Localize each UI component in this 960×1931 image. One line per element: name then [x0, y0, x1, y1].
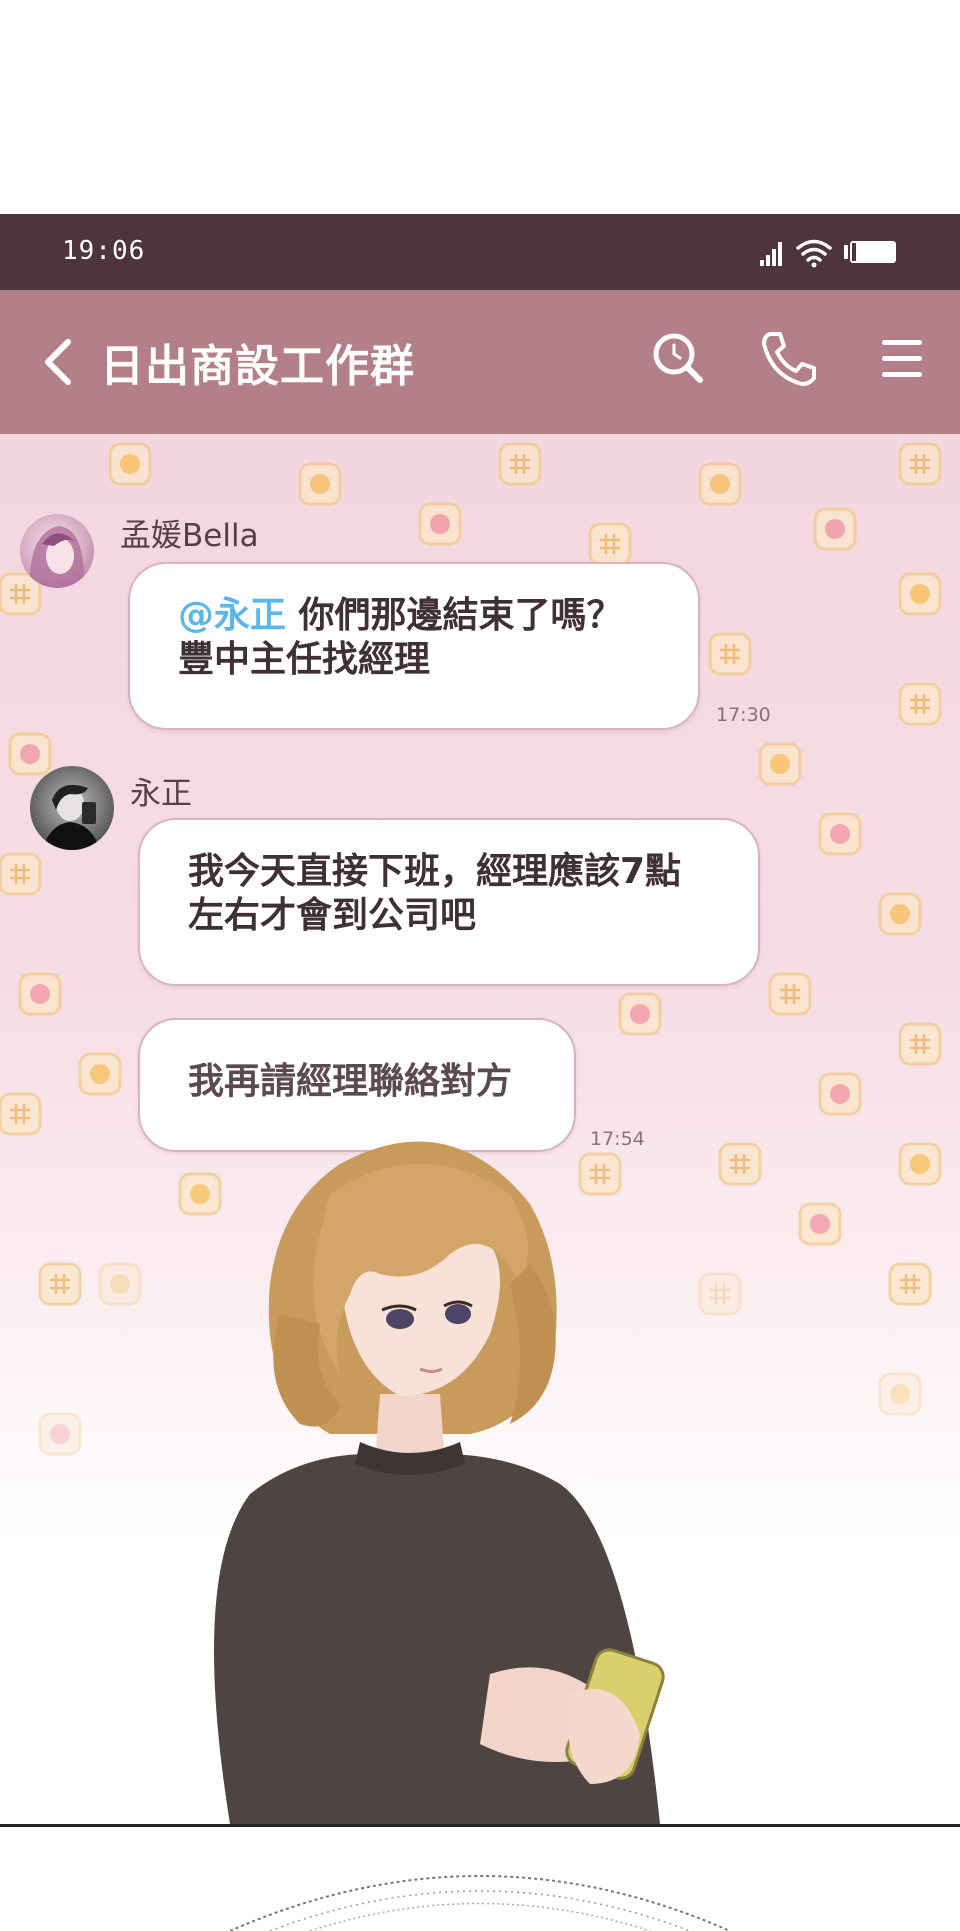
search-button[interactable] — [646, 326, 710, 390]
message-line-1: 我今天直接下班，經理應該7點 — [188, 851, 682, 892]
status-bar: 19:06 — [0, 214, 960, 290]
status-time: 19:06 — [62, 236, 146, 266]
next-comic-panel — [0, 1824, 960, 1931]
avatar-portrait — [29, 526, 85, 588]
message-bubble[interactable]: 我再請經理聯絡對方 — [138, 1018, 576, 1152]
chat-header: 日出商設工作群 — [0, 290, 960, 434]
back-chevron-icon — [45, 339, 71, 385]
message-time: 17:30 — [716, 704, 771, 726]
search-icon — [653, 333, 703, 383]
message-line-1: 我再請經理聯絡對方 — [188, 1061, 513, 1102]
phone-icon — [762, 332, 816, 386]
message-bubble[interactable]: 我今天直接下班，經理應該7點 左右才會到公司吧 — [138, 818, 760, 986]
message-bubble[interactable]: @永正 你們那邊結束了嗎？ 豐中主任找經理 — [128, 562, 700, 730]
call-button[interactable] — [756, 326, 820, 390]
character-illustration — [214, 1141, 665, 1824]
sender-name: 孟媛Bella — [120, 518, 259, 554]
message-line-2: 左右才會到公司吧 — [188, 895, 477, 936]
avatar-bella[interactable] — [20, 514, 94, 588]
avatar-yongzheng[interactable] — [30, 766, 114, 850]
back-button[interactable] — [38, 334, 78, 390]
battery-icon — [844, 241, 896, 263]
status-icons — [758, 236, 898, 270]
sender-name: 永正 — [130, 776, 192, 812]
signal-icon — [760, 242, 782, 266]
wifi-icon — [796, 239, 832, 268]
comic-panel-top-margin — [0, 0, 960, 214]
avatar-portrait — [42, 784, 100, 850]
message-line-1: @永正 你們那邊結束了嗎？ — [178, 595, 623, 636]
chat-title: 日出商設工作群 — [100, 341, 415, 392]
menu-button[interactable] — [870, 326, 934, 390]
sketch-dome-illustration — [230, 1875, 730, 1931]
message-line-2: 豐中主任找經理 — [178, 639, 431, 680]
mention-tag[interactable]: @永正 — [178, 595, 286, 636]
menu-icon — [882, 340, 922, 377]
chat-area[interactable]: 孟媛Bella @永正 你們那邊結束了嗎？ 豐中主任找經理 17:30 永正 我… — [0, 434, 960, 1824]
